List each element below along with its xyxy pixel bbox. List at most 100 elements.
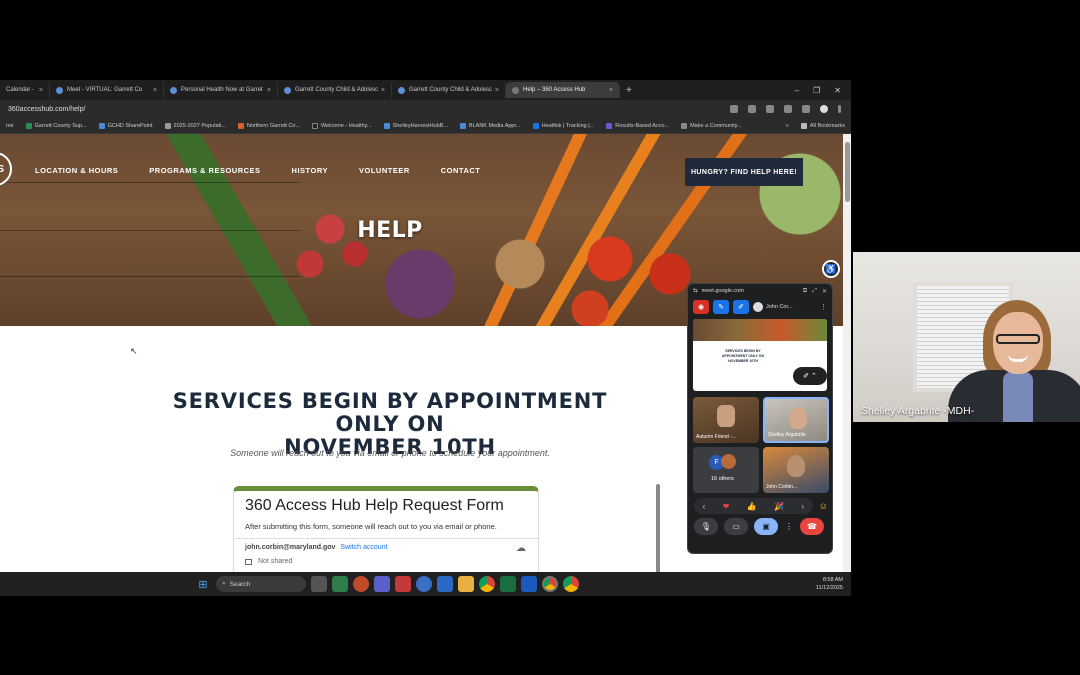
bookmark-item[interactable]: me (0, 123, 20, 129)
bookmark-item[interactable]: Results-Based Acco... (600, 122, 675, 129)
close-icon[interactable]: × (609, 87, 613, 94)
app-icon[interactable] (332, 576, 348, 592)
participant-image (717, 405, 735, 427)
end-call-icon[interactable]: ☎ (800, 518, 824, 535)
close-icon[interactable]: × (381, 87, 385, 94)
notes-icon[interactable]: ✎ (713, 300, 729, 314)
bookmark-item[interactable]: GCHD SharePoint (93, 122, 159, 129)
site-icon (398, 86, 405, 94)
tab-garrett-child-2[interactable]: Garrett County Child & Adolesc × (392, 82, 506, 98)
new-tab-button[interactable]: + (626, 85, 632, 96)
app-icon[interactable] (353, 576, 369, 592)
system-clock[interactable]: 8:58 AM 11/12/2025 (816, 576, 843, 592)
bookmark-item[interactable]: Heatfisk | Tracking |... (527, 122, 601, 129)
close-icon[interactable]: × (495, 87, 499, 94)
url-field[interactable]: 360accesshub.com/help/ (0, 106, 85, 113)
prev-reactions-icon[interactable]: ‹ (703, 502, 706, 511)
teams-icon[interactable] (374, 576, 390, 592)
pen-icon[interactable]: ✐ (733, 300, 749, 314)
close-window-button[interactable]: ✕ (834, 86, 841, 95)
tab-label: Personal Health Now at Garret (181, 87, 263, 93)
avatar (753, 302, 763, 312)
find-help-button[interactable]: HUNGRY? FIND HELP HERE! (685, 158, 803, 186)
word-icon[interactable] (521, 576, 537, 592)
app-icon[interactable] (416, 576, 432, 592)
minimize-button[interactable]: – (795, 86, 799, 95)
puzzle-icon[interactable] (784, 105, 792, 113)
heart-reaction-icon[interactable]: ❤ (723, 502, 730, 511)
windows-start-icon[interactable]: ⊞ (195, 576, 211, 592)
bookmark-label: Garrett County Sup... (34, 122, 87, 129)
excel-icon[interactable] (500, 576, 516, 592)
close-icon[interactable]: × (267, 87, 271, 94)
nav-volunteer[interactable]: VOLUNTEER (359, 166, 410, 175)
bookmark-item[interactable]: Northern Garrett Co... (232, 122, 306, 129)
settings-icon[interactable]: ⇆ (693, 288, 698, 294)
participant-tile[interactable]: John Corbin... (763, 447, 829, 493)
chrome-icon[interactable] (563, 576, 579, 592)
popout-icon[interactable]: ⧉ (803, 288, 807, 295)
app-icon[interactable] (437, 576, 453, 592)
camera-icon[interactable]: ▭ (724, 518, 748, 535)
pen-menu-icon[interactable]: ✐ ⌃ (793, 367, 827, 385)
extension-icon[interactable] (766, 105, 774, 113)
nav-history[interactable]: HISTORY (292, 166, 328, 175)
switch-account-link[interactable]: Switch account (340, 544, 387, 551)
restore-button[interactable]: ❐ (813, 86, 820, 95)
menu-icon[interactable] (838, 105, 841, 113)
close-icon[interactable]: ✕ (822, 288, 827, 295)
bookmark-item[interactable]: Make a Community... (675, 122, 748, 129)
bookmark-icon (164, 122, 171, 129)
accessibility-icon[interactable]: ♿ (822, 260, 840, 278)
close-icon[interactable]: × (39, 87, 43, 94)
party-reaction-icon[interactable]: 🎉 (774, 502, 784, 511)
others-tile[interactable]: F 16 others (693, 447, 759, 493)
bookmark-item[interactable]: 2025-2027 Populati... (159, 122, 232, 129)
bookmarks-overflow-button[interactable]: » (780, 123, 795, 129)
more-options-icon[interactable]: ⋮ (784, 518, 794, 535)
search-icon: ⌕ (222, 580, 226, 587)
page-scrollbar[interactable] (843, 134, 851, 596)
participant-tile[interactable]: Shelley Argabrite (763, 397, 829, 443)
nav-programs-resources[interactable]: PROGRAMS & RESOURCES (149, 166, 260, 175)
task-view-icon[interactable] (311, 576, 327, 592)
bookmark-item[interactable]: ShelleyHarvestHubB... (378, 122, 454, 129)
chrome-icon[interactable] (542, 576, 558, 592)
all-bookmarks-button[interactable]: All Bookmarks (795, 122, 851, 129)
expand-icon[interactable]: ⤢ (812, 288, 817, 295)
thumbs-up-reaction-icon[interactable]: 👍 (747, 502, 757, 511)
nav-location-hours[interactable]: LOCATION & HOURS (35, 166, 118, 175)
extension-icon[interactable] (748, 105, 756, 113)
tab-meet[interactable]: Meet - VIRTUAL: Garrett Co × (50, 82, 164, 98)
bookmark-icon (98, 122, 105, 129)
tab-personal-health[interactable]: Personal Health Now at Garret × (164, 82, 278, 98)
file-explorer-icon[interactable] (458, 576, 474, 592)
present-screen-icon[interactable]: ▣ (754, 518, 778, 535)
bookmark-item[interactable]: Welcome - Healthy... (306, 122, 378, 129)
microphone-icon[interactable]: 🎙 (694, 518, 718, 535)
bookmark-icon (25, 122, 32, 129)
app-icon[interactable] (395, 576, 411, 592)
taskbar-search[interactable]: ⌕ Search (216, 576, 306, 592)
star-icon[interactable] (730, 105, 738, 113)
chrome-icon[interactable] (479, 576, 495, 592)
bookmark-item[interactable]: Garrett County Sup... (20, 122, 93, 129)
more-icon[interactable]: ⋮ (820, 303, 827, 311)
nav-contact[interactable]: CONTACT (441, 166, 481, 175)
emoji-icon[interactable]: ☺ (819, 501, 828, 511)
participant-tile[interactable]: Autumn Friend -... (693, 397, 759, 443)
next-reactions-icon[interactable]: › (801, 502, 804, 511)
bookmark-icon (681, 122, 688, 129)
bookmark-item[interactable]: BLANK Media Appr... (454, 122, 527, 129)
record-icon[interactable]: ◉ (693, 300, 709, 314)
clock-date: 11/12/2025 (815, 585, 843, 591)
tab-garrett-child-1[interactable]: Garrett County Child & Adolesc × (278, 82, 392, 98)
sidepanel-icon[interactable] (802, 105, 810, 113)
close-icon[interactable]: × (153, 87, 157, 94)
participant-image (787, 455, 805, 477)
site-logo[interactable]: S (0, 152, 12, 186)
meet-icon (56, 86, 63, 94)
tab-calendar[interactable]: Calendar - × (0, 82, 50, 98)
profile-icon[interactable] (820, 105, 828, 113)
tab-help-360[interactable]: Help – 360 Access Hub × (506, 82, 620, 98)
